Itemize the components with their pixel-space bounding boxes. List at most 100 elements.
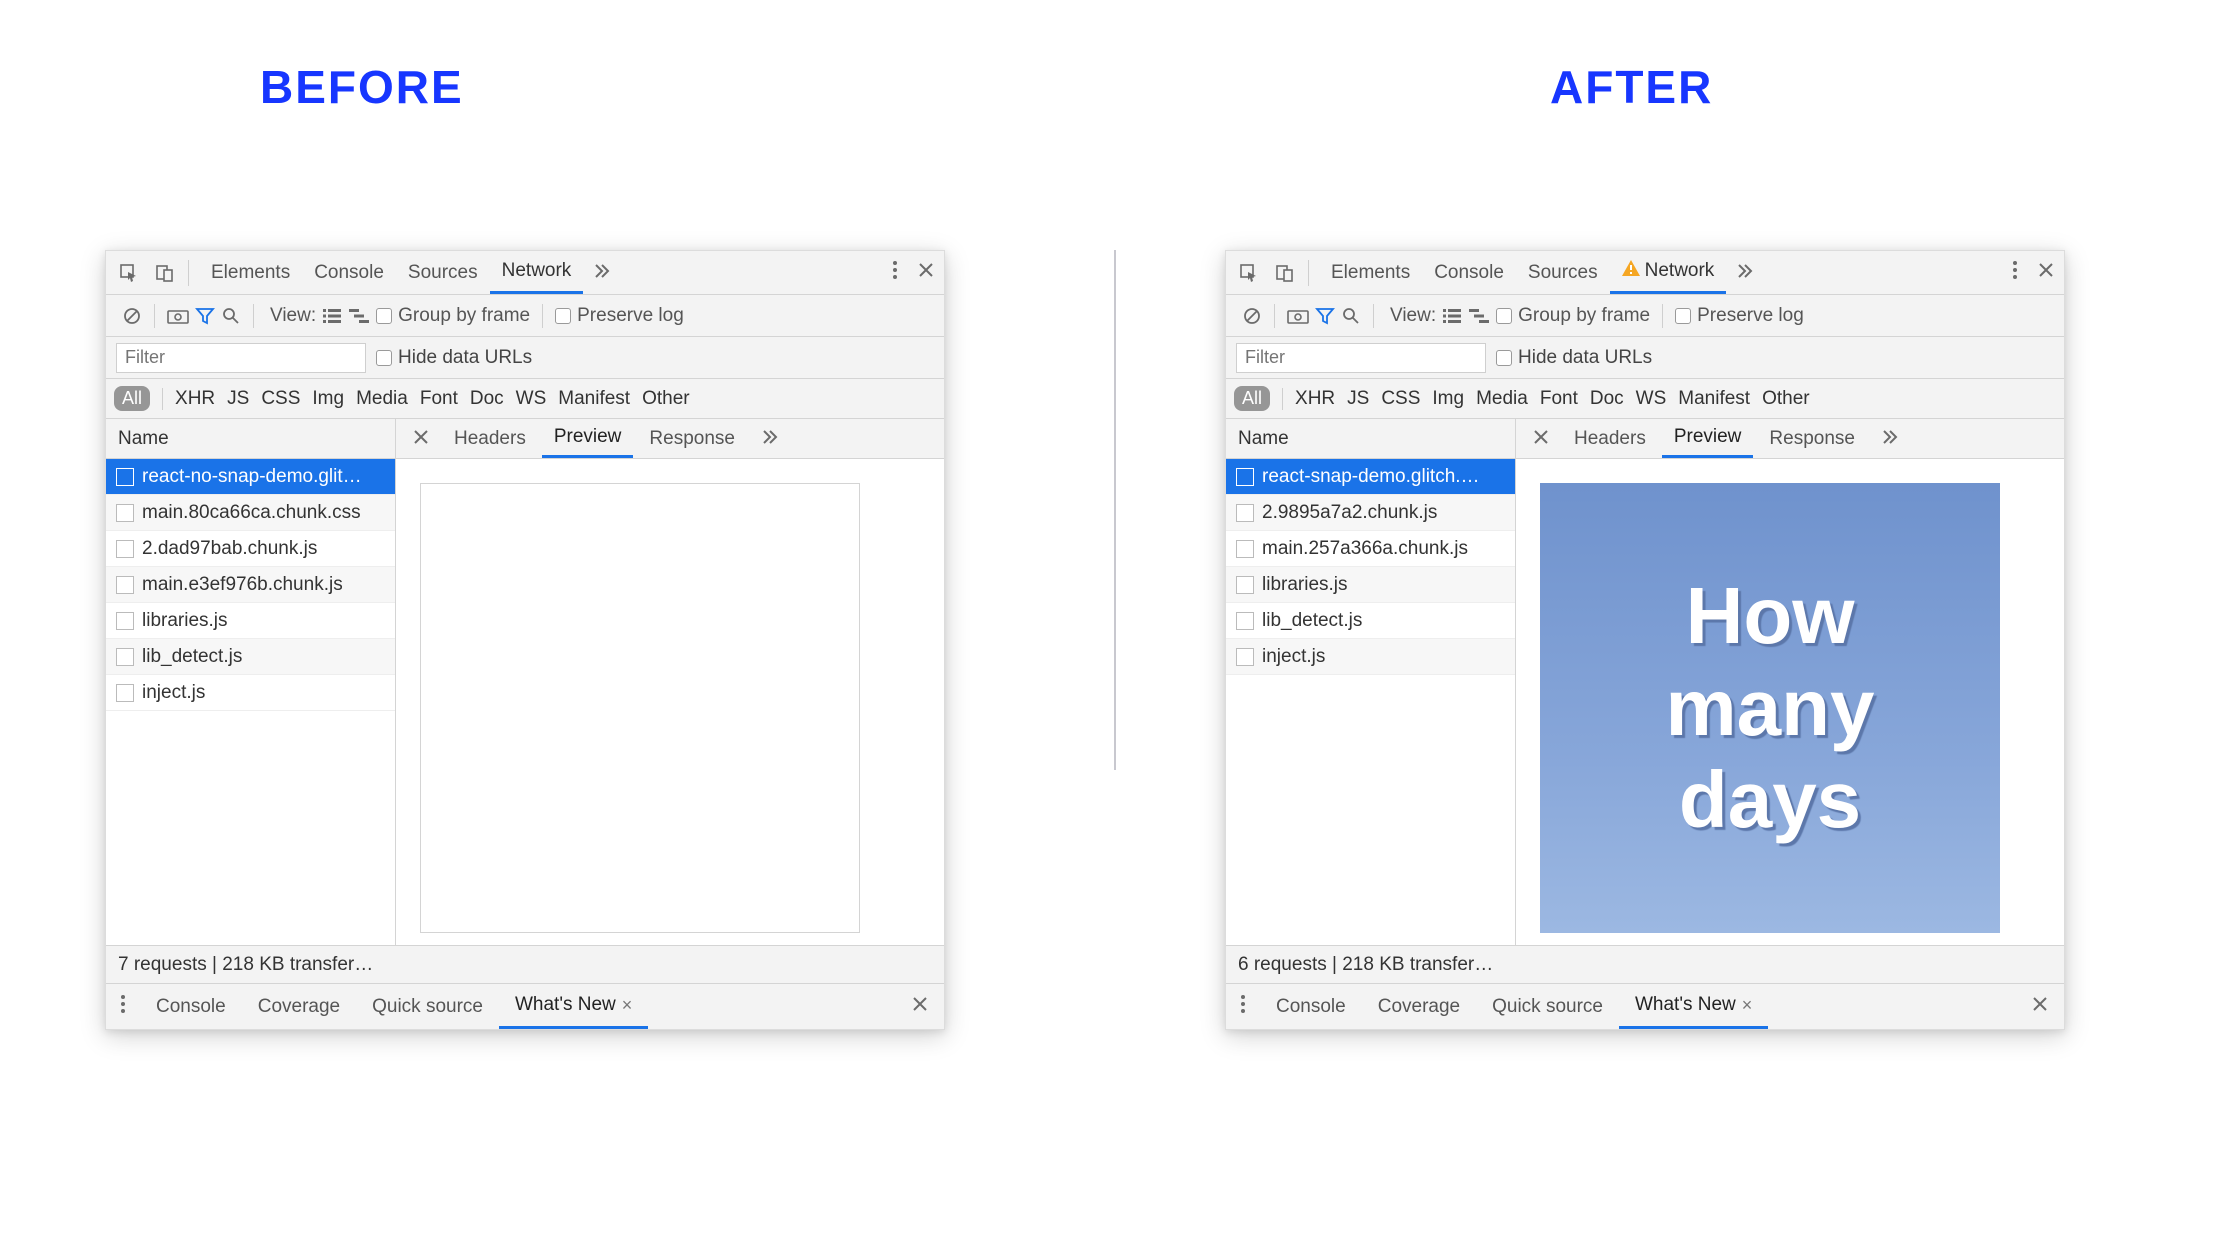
device-toggle-icon[interactable]	[1272, 260, 1298, 286]
request-row[interactable]: react-snap-demo.glitch.…	[1226, 459, 1515, 495]
search-icon[interactable]	[221, 306, 241, 326]
request-row[interactable]: main.e3ef976b.chunk.js	[106, 567, 395, 603]
type-filter-css[interactable]: CSS	[1381, 388, 1420, 410]
tab-network[interactable]: Network	[1610, 251, 1727, 294]
type-filter-ws[interactable]: WS	[1636, 388, 1667, 410]
type-filter-all[interactable]: All	[1234, 386, 1270, 411]
inspect-icon[interactable]	[116, 260, 142, 286]
type-filter-font[interactable]: Font	[420, 388, 458, 410]
type-filter-xhr[interactable]: XHR	[175, 388, 215, 410]
subtab-preview[interactable]: Preview	[1662, 419, 1754, 458]
hide-data-urls-option[interactable]: Hide data URLs	[376, 347, 532, 369]
request-row[interactable]: main.257a366a.chunk.js	[1226, 531, 1515, 567]
type-filter-doc[interactable]: Doc	[470, 388, 504, 410]
checkbox-icon[interactable]	[1675, 308, 1691, 324]
drawer-tab-console[interactable]: Console	[140, 984, 242, 1029]
type-filter-ws[interactable]: WS	[516, 388, 547, 410]
drawer-tab-console[interactable]: Console	[1260, 984, 1362, 1029]
close-drawer-icon[interactable]	[896, 995, 944, 1018]
tab-console[interactable]: Console	[1422, 251, 1516, 294]
checkbox-icon[interactable]	[555, 308, 571, 324]
drawer-tab-quick-source[interactable]: Quick source	[1476, 984, 1619, 1029]
tab-sources[interactable]: Sources	[1516, 251, 1610, 294]
type-filter-other[interactable]: Other	[642, 388, 690, 410]
close-tab-icon[interactable]: ×	[1742, 995, 1753, 1016]
checkbox-icon[interactable]	[1496, 308, 1512, 324]
more-tabs-icon[interactable]	[583, 261, 621, 285]
subtab-response[interactable]: Response	[637, 419, 747, 458]
view-waterfall-icon[interactable]	[348, 308, 370, 324]
subtab-response[interactable]: Response	[1757, 419, 1867, 458]
close-tab-icon[interactable]: ×	[622, 995, 633, 1016]
capture-screenshots-icon[interactable]	[1287, 308, 1309, 324]
close-drawer-icon[interactable]	[2016, 995, 2064, 1018]
request-row[interactable]: react-no-snap-demo.glit…	[106, 459, 395, 495]
request-row[interactable]: 2.dad97bab.chunk.js	[106, 531, 395, 567]
filter-icon[interactable]	[195, 306, 215, 326]
column-name-header[interactable]: Name	[1226, 419, 1516, 458]
drawer-tab-coverage[interactable]: Coverage	[1362, 984, 1476, 1029]
type-filter-css[interactable]: CSS	[261, 388, 300, 410]
tab-console[interactable]: Console	[302, 251, 396, 294]
drawer-tab-quick-source[interactable]: Quick source	[356, 984, 499, 1029]
capture-screenshots-icon[interactable]	[167, 308, 189, 324]
clear-icon[interactable]	[122, 306, 142, 326]
type-filter-manifest[interactable]: Manifest	[558, 388, 630, 410]
type-filter-media[interactable]: Media	[356, 388, 408, 410]
drawer-tab-coverage[interactable]: Coverage	[242, 984, 356, 1029]
filter-input[interactable]	[1236, 343, 1486, 373]
subtab-preview[interactable]: Preview	[542, 419, 634, 458]
tab-elements[interactable]: Elements	[1319, 251, 1422, 294]
request-row[interactable]: libraries.js	[106, 603, 395, 639]
preserve-log-option[interactable]: Preserve log	[1675, 305, 1804, 327]
type-filter-img[interactable]: Img	[312, 388, 344, 410]
type-filter-xhr[interactable]: XHR	[1295, 388, 1335, 410]
kebab-menu-icon[interactable]	[2002, 260, 2028, 286]
request-row[interactable]: lib_detect.js	[1226, 603, 1515, 639]
drawer-kebab-icon[interactable]	[1226, 994, 1260, 1020]
close-sidepanel-icon[interactable]	[404, 428, 438, 450]
filter-input[interactable]	[116, 343, 366, 373]
group-by-frame-option[interactable]: Group by frame	[1496, 305, 1650, 327]
tab-sources[interactable]: Sources	[396, 251, 490, 294]
type-filter-other[interactable]: Other	[1762, 388, 1810, 410]
type-filter-media[interactable]: Media	[1476, 388, 1528, 410]
device-toggle-icon[interactable]	[152, 260, 178, 286]
more-subtabs-icon[interactable]	[1871, 427, 1909, 451]
more-tabs-icon[interactable]	[1726, 261, 1764, 285]
view-list-icon[interactable]	[322, 308, 342, 324]
type-filter-manifest[interactable]: Manifest	[1678, 388, 1750, 410]
column-name-header[interactable]: Name	[106, 419, 396, 458]
request-row[interactable]: lib_detect.js	[106, 639, 395, 675]
subtab-headers[interactable]: Headers	[1562, 419, 1658, 458]
request-row[interactable]: main.80ca66ca.chunk.css	[106, 495, 395, 531]
request-row[interactable]: inject.js	[1226, 639, 1515, 675]
close-devtools-icon[interactable]	[2028, 262, 2064, 284]
more-subtabs-icon[interactable]	[751, 427, 789, 451]
subtab-headers[interactable]: Headers	[442, 419, 538, 458]
checkbox-icon[interactable]	[1496, 350, 1512, 366]
drawer-kebab-icon[interactable]	[106, 994, 140, 1020]
type-filter-doc[interactable]: Doc	[1590, 388, 1624, 410]
view-list-icon[interactable]	[1442, 308, 1462, 324]
preserve-log-option[interactable]: Preserve log	[555, 305, 684, 327]
tab-elements[interactable]: Elements	[199, 251, 302, 294]
inspect-icon[interactable]	[1236, 260, 1262, 286]
search-icon[interactable]	[1341, 306, 1361, 326]
type-filter-js[interactable]: JS	[1347, 388, 1369, 410]
drawer-tab-whats-new[interactable]: What's New ×	[1619, 984, 1768, 1029]
drawer-tab-whats-new[interactable]: What's New ×	[499, 984, 648, 1029]
close-devtools-icon[interactable]	[908, 262, 944, 284]
kebab-menu-icon[interactable]	[882, 260, 908, 286]
filter-icon[interactable]	[1315, 306, 1335, 326]
tab-network[interactable]: Network	[490, 251, 584, 294]
group-by-frame-option[interactable]: Group by frame	[376, 305, 530, 327]
type-filter-js[interactable]: JS	[227, 388, 249, 410]
type-filter-img[interactable]: Img	[1432, 388, 1464, 410]
request-row[interactable]: 2.9895a7a2.chunk.js	[1226, 495, 1515, 531]
checkbox-icon[interactable]	[376, 308, 392, 324]
checkbox-icon[interactable]	[376, 350, 392, 366]
type-filter-all[interactable]: All	[114, 386, 150, 411]
view-waterfall-icon[interactable]	[1468, 308, 1490, 324]
request-row[interactable]: libraries.js	[1226, 567, 1515, 603]
